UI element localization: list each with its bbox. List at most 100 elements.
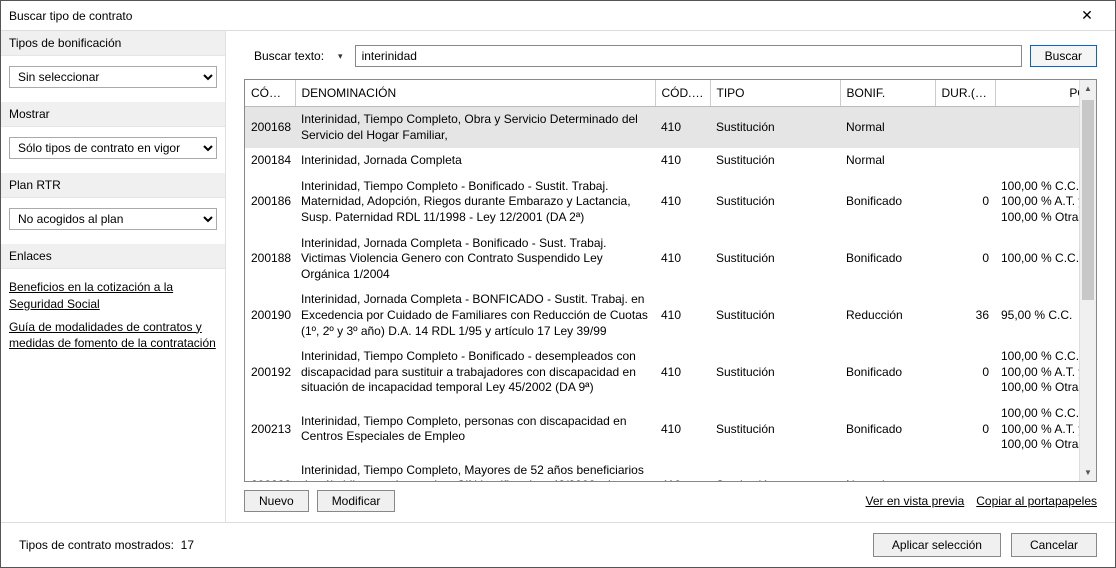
cell-tipo: Sustitución — [710, 174, 840, 231]
cell-codi: 200213 — [245, 401, 295, 458]
table-row[interactable]: 200192Interinidad, Tiempo Completo - Bon… — [245, 344, 1079, 401]
cell-codi: 200168 — [245, 107, 295, 149]
preview-link[interactable]: Ver en vista previa — [866, 494, 965, 508]
cell-denom: Interinidad, Tiempo Completo - Bonificad… — [295, 174, 655, 231]
titlebar: Buscar tipo de contrato ✕ — [1, 1, 1115, 31]
cell-codo: 410 — [655, 148, 710, 174]
col-codo[interactable]: CÓD.O... — [655, 80, 710, 107]
cell-tipo: Sustitución — [710, 458, 840, 481]
cell-dur: 0 — [935, 174, 995, 231]
bonif-select[interactable]: Sin seleccionar — [9, 66, 217, 88]
sidebar: Tipos de bonificación Sin seleccionar Mo… — [1, 31, 226, 522]
cell-bonif: Bonificado — [840, 174, 935, 231]
cell-tipo: Sustitución — [710, 107, 840, 149]
cell-codo: 410 — [655, 401, 710, 458]
chevron-down-icon[interactable]: ▾ — [334, 51, 347, 62]
cell-dur — [935, 148, 995, 174]
cell-codi: 200190 — [245, 287, 295, 344]
col-por[interactable]: POR. /IMP. — [995, 80, 1079, 107]
cell-codo: 410 — [655, 287, 710, 344]
footer: Tipos de contrato mostrados: 17 Aplicar … — [1, 522, 1115, 567]
cell-bonif: Bonificado — [840, 344, 935, 401]
cell-dur — [935, 458, 995, 481]
sidebar-header-enlaces: Enlaces — [1, 244, 225, 269]
cell-denom: Interinidad, Tiempo Completo, personas c… — [295, 401, 655, 458]
table-actions: Nuevo Modificar Ver en vista previa Copi… — [244, 490, 1097, 512]
search-label: Buscar texto: — [244, 49, 324, 63]
cancel-button[interactable]: Cancelar — [1011, 533, 1097, 557]
scroll-up-icon[interactable]: ▲ — [1080, 80, 1096, 97]
apply-button[interactable]: Aplicar selección — [873, 533, 1001, 557]
plan-select[interactable]: No acogidos al plan — [9, 208, 217, 230]
cell-por: 95,00 % C.C. — [995, 287, 1079, 344]
dialog-body: Tipos de bonificación Sin seleccionar Mo… — [1, 31, 1115, 522]
cell-codi: 200186 — [245, 174, 295, 231]
cell-por — [995, 107, 1079, 149]
cell-codo: 410 — [655, 344, 710, 401]
cell-codi: 200192 — [245, 344, 295, 401]
cell-bonif: Normal — [840, 458, 935, 481]
col-codi[interactable]: CÓDI... — [245, 80, 295, 107]
cell-denom: Interinidad, Jornada Completa - BONFICAD… — [295, 287, 655, 344]
table-row[interactable]: 200238Interinidad, Tiempo Completo, Mayo… — [245, 458, 1079, 481]
cell-por: 100,00 % C.C. 100,00 % A.T. y E.P. 100,0… — [995, 401, 1079, 458]
main-panel: Buscar texto: ▾ Buscar CÓDI... DENOMINAC… — [226, 31, 1115, 522]
close-icon[interactable]: ✕ — [1067, 7, 1107, 24]
table-row[interactable]: 200190Interinidad, Jornada Completa - BO… — [245, 287, 1079, 344]
sidebar-header-bonif: Tipos de bonificación — [1, 31, 225, 56]
search-button[interactable]: Buscar — [1030, 45, 1097, 67]
status-text: Tipos de contrato mostrados: 17 — [19, 538, 194, 552]
scroll-down-icon[interactable]: ▼ — [1080, 464, 1096, 481]
cell-dur — [935, 107, 995, 149]
scroll-thumb[interactable] — [1082, 100, 1094, 300]
cell-codi: 200188 — [245, 231, 295, 288]
table-row[interactable]: 200188Interinidad, Jornada Completa - Bo… — [245, 231, 1079, 288]
modificar-button[interactable]: Modificar — [317, 490, 396, 512]
col-dur[interactable]: DUR.(M... — [935, 80, 995, 107]
cell-por — [995, 148, 1079, 174]
cell-denom: Interinidad, Jornada Completa — [295, 148, 655, 174]
results-table-wrap: CÓDI... DENOMINACIÓN CÓD.O... TIPO BONIF… — [244, 79, 1097, 482]
cell-denom: Interinidad, Tiempo Completo, Mayores de… — [295, 458, 655, 481]
cell-bonif: Bonificado — [840, 231, 935, 288]
table-row[interactable]: 200186Interinidad, Tiempo Completo - Bon… — [245, 174, 1079, 231]
cell-codo: 410 — [655, 174, 710, 231]
cell-por: 100,00 % C.C. 100,00 % A.T. y E.P. 100,0… — [995, 344, 1079, 401]
table-row[interactable]: 200213Interinidad, Tiempo Completo, pers… — [245, 401, 1079, 458]
cell-bonif: Normal — [840, 148, 935, 174]
clipboard-link[interactable]: Copiar al portapapeles — [976, 494, 1097, 508]
dialog-window: Buscar tipo de contrato ✕ Tipos de bonif… — [0, 0, 1116, 568]
col-bonif[interactable]: BONIF. — [840, 80, 935, 107]
cell-bonif: Bonificado — [840, 401, 935, 458]
results-table: CÓDI... DENOMINACIÓN CÓD.O... TIPO BONIF… — [245, 80, 1079, 481]
link-guia[interactable]: Guía de modalidades de contratos y medid… — [9, 319, 217, 353]
cell-tipo: Sustitución — [710, 344, 840, 401]
cell-codo: 410 — [655, 107, 710, 149]
cell-tipo: Sustitución — [710, 148, 840, 174]
cell-tipo: Sustitución — [710, 287, 840, 344]
table-row[interactable]: 200184Interinidad, Jornada Completa410Su… — [245, 148, 1079, 174]
cell-bonif: Normal — [840, 107, 935, 149]
cell-por — [995, 458, 1079, 481]
cell-denom: Interinidad, Tiempo Completo - Bonificad… — [295, 344, 655, 401]
cell-dur: 0 — [935, 344, 995, 401]
search-input[interactable] — [355, 45, 1022, 67]
cell-dur: 36 — [935, 287, 995, 344]
mostrar-select[interactable]: Sólo tipos de contrato en vigor — [9, 137, 217, 159]
cell-codo: 410 — [655, 458, 710, 481]
link-beneficios[interactable]: Beneficios en la cotización a la Segurid… — [9, 279, 217, 313]
scrollbar[interactable]: ▲ ▼ — [1079, 80, 1096, 481]
cell-codi: 200238 — [245, 458, 295, 481]
search-row: Buscar texto: ▾ Buscar — [244, 45, 1097, 67]
cell-por: 100,00 % C.C. 100,00 % A.T. y E.P. 100,0… — [995, 174, 1079, 231]
sidebar-header-plan: Plan RTR — [1, 173, 225, 198]
sidebar-header-mostrar: Mostrar — [1, 102, 225, 127]
window-title: Buscar tipo de contrato — [9, 9, 1067, 23]
col-tipo[interactable]: TIPO — [710, 80, 840, 107]
cell-dur: 0 — [935, 231, 995, 288]
cell-codi: 200184 — [245, 148, 295, 174]
col-denom[interactable]: DENOMINACIÓN — [295, 80, 655, 107]
table-row[interactable]: 200168Interinidad, Tiempo Completo, Obra… — [245, 107, 1079, 149]
nuevo-button[interactable]: Nuevo — [244, 490, 309, 512]
table-header-row: CÓDI... DENOMINACIÓN CÓD.O... TIPO BONIF… — [245, 80, 1079, 107]
